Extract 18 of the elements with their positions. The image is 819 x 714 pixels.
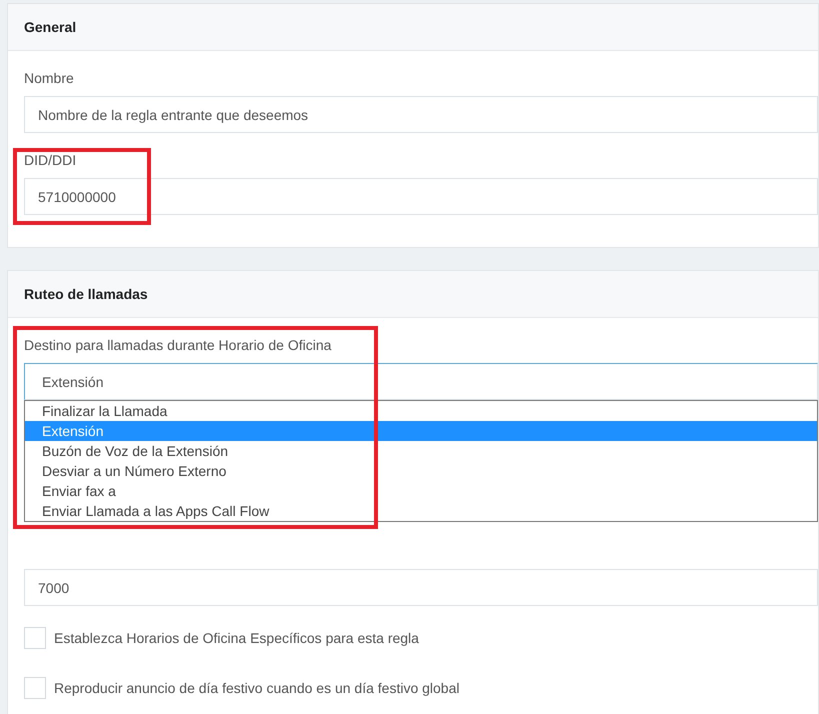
checkbox-label: Establezca Horarios de Oficina Específicos para esta regla [54,630,419,646]
checkbox[interactable] [24,677,46,699]
panel-title: General [24,19,76,35]
checkbox[interactable] [24,627,46,649]
field-label: DID/DDI [24,151,78,169]
input-field[interactable]: 7000 [24,569,818,606]
dropdown-option[interactable]: Desviar a un Número Externo [25,461,817,481]
field-label: Destino para llamadas durante Horario de Oficina [24,336,332,354]
checkbox-label: Reproducir anuncio de día festivo cuando es un día festivo global [54,680,460,696]
select-field[interactable]: Extensión [24,363,818,400]
field-label: Nombre [24,69,75,87]
panel-title: Ruteo de llamadas [24,286,148,302]
dropdown-option[interactable]: Enviar fax a [25,481,817,501]
dropdown-option[interactable]: Buzón de Voz de la Extensión [25,441,817,461]
dropdown-option[interactable]: Enviar Llamada a las Apps Call Flow [25,501,817,521]
input-field[interactable]: 5710000000 [24,178,818,215]
input-field[interactable]: Nombre de la regla entrante que deseemos [24,96,818,133]
dropdown-option[interactable]: Finalizar la Llamada [25,401,817,421]
